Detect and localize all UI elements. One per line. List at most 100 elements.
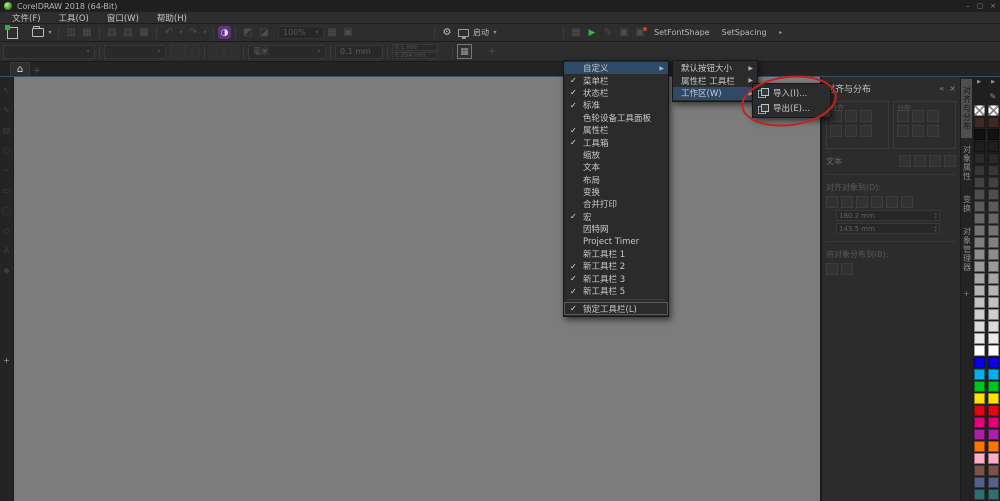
menu-item-5[interactable]: ✓ 属性栏 [564, 124, 668, 137]
text-align-button-1[interactable] [914, 155, 926, 167]
color-swatch-10[interactable] [973, 237, 985, 248]
nudge-distance-field[interactable]: 0.1 mm [335, 44, 383, 59]
units-combo[interactable]: 毫米 ▾ [248, 44, 326, 59]
text-align-button-2[interactable] [929, 155, 941, 167]
color-swatch-21[interactable] [973, 369, 985, 380]
paper-dimensions-combo[interactable]: ▾ [104, 44, 166, 59]
menu-item-7[interactable]: 缩放 [564, 149, 668, 161]
color-swatch-12[interactable] [987, 261, 999, 272]
color-swatch-16[interactable] [987, 309, 999, 320]
color-swatch-25[interactable] [973, 417, 985, 428]
color-swatch-20[interactable] [987, 357, 999, 368]
distribute-button-2[interactable] [927, 110, 939, 122]
macro-grid-button[interactable]: ▦ [568, 26, 584, 40]
maximize-button[interactable]: ▢ [977, 2, 984, 10]
color-swatch-15[interactable] [973, 297, 985, 308]
color-swatch-7[interactable] [973, 201, 985, 212]
open-button[interactable] [30, 26, 46, 40]
menu-item-4[interactable]: 色轮设备工具面板 [564, 112, 668, 124]
docker-tab-2[interactable]: 变换 [961, 188, 973, 220]
menubar-item-2[interactable]: 窗口(W) [99, 12, 147, 24]
color-swatch-26[interactable] [973, 429, 985, 440]
color-swatch-19[interactable] [987, 345, 999, 356]
color-swatch-18[interactable] [987, 333, 999, 344]
align-to-button-2[interactable] [856, 196, 868, 208]
export-button[interactable]: ◪ [256, 26, 272, 40]
distribute-button-4[interactable] [912, 125, 924, 137]
color-swatch-13[interactable] [973, 273, 985, 284]
text-align-button-0[interactable] [899, 155, 911, 167]
menubar-item-3[interactable]: 帮助(H) [149, 12, 195, 24]
color-swatch-23[interactable] [987, 393, 999, 404]
flyout-item-1[interactable]: 导出(E)... [753, 101, 830, 117]
align-to-button-0[interactable] [826, 196, 838, 208]
menu-item-1[interactable]: ✓ 菜单栏 [564, 74, 668, 87]
duplicate-x-field[interactable]: 0.1 mm [392, 44, 438, 51]
undo-caret-icon[interactable]: ▾ [177, 29, 185, 36]
color-swatch-6[interactable] [973, 189, 985, 200]
color-swatch-22[interactable] [987, 381, 999, 392]
color-swatch-29[interactable] [987, 465, 999, 476]
no-color-swatch[interactable] [987, 105, 999, 116]
submenu-item-0[interactable]: 默认按钮大小 ▶ [673, 62, 757, 75]
text-tool[interactable]: A [1, 245, 12, 256]
new-document-button[interactable] [4, 24, 20, 40]
color-swatch-2[interactable] [973, 141, 985, 152]
print-button[interactable]: ▦ [79, 26, 95, 40]
run-macro-button[interactable]: ▶ [584, 26, 600, 40]
record-macro-button[interactable]: ▣ [632, 26, 648, 40]
color-swatch-17[interactable] [973, 321, 985, 332]
ellipse-tool[interactable]: ◯ [1, 205, 12, 216]
color-swatch-10[interactable] [987, 237, 999, 248]
color-swatch-31[interactable] [987, 489, 999, 500]
color-swatch-0[interactable] [987, 117, 999, 128]
zoom-level-combo[interactable]: 100% ▾ [278, 26, 324, 39]
cut-button[interactable]: ▧ [104, 26, 120, 40]
distribute-to-button-0[interactable] [826, 263, 838, 275]
color-swatch-9[interactable] [987, 225, 999, 236]
color-swatch-13[interactable] [987, 273, 999, 284]
menu-item-16[interactable]: ✓ 新工具栏 2 [564, 260, 668, 273]
color-swatch-19[interactable] [973, 345, 985, 356]
color-swatch-25[interactable] [987, 417, 999, 428]
flyout-item-0[interactable]: 导入(I)... [753, 85, 830, 101]
docker-close-icon[interactable]: × [949, 84, 956, 93]
page-size-combo[interactable]: ▾ [3, 44, 95, 59]
color-swatch-26[interactable] [987, 429, 999, 440]
color-swatch-28[interactable] [973, 453, 985, 464]
menu-item-14[interactable]: Project Timer [564, 235, 668, 247]
get-content-button[interactable]: ◑ [218, 26, 231, 39]
color-swatch-3[interactable] [987, 153, 999, 164]
toolbox-add-button[interactable]: + [1, 355, 12, 366]
menu-item-11[interactable]: 合并打印 [564, 198, 668, 210]
color-swatch-14[interactable] [987, 285, 999, 296]
snap-button[interactable]: ▦ [324, 26, 340, 40]
color-swatch-14[interactable] [973, 285, 985, 296]
menu-item-19[interactable]: ✓ 锁定工具栏(L) [564, 302, 668, 315]
submenu-item-1[interactable]: 属性栏 工具栏 ▶ [673, 75, 757, 88]
menubar-item-1[interactable]: 工具(O) [51, 12, 97, 24]
align-button-2[interactable] [860, 110, 872, 122]
color-swatch-23[interactable] [973, 393, 985, 404]
color-swatch-1[interactable] [987, 129, 999, 140]
import-button[interactable]: ◩ [240, 26, 256, 40]
align-to-button-5[interactable] [901, 196, 913, 208]
color-swatch-15[interactable] [987, 297, 999, 308]
color-swatch-8[interactable] [973, 213, 985, 224]
color-swatch-9[interactable] [973, 225, 985, 236]
freehand-tool[interactable]: ~ [1, 165, 12, 176]
distribute-button-5[interactable] [927, 125, 939, 137]
rectangle-tool[interactable]: ▭ [1, 185, 12, 196]
color-swatch-31[interactable] [973, 489, 985, 500]
menu-item-15[interactable]: 新工具栏 1 [564, 248, 668, 260]
menu-item-13[interactable]: 因特网 [564, 223, 668, 235]
menu-item-8[interactable]: 文本 [564, 161, 668, 173]
portrait-button[interactable] [170, 44, 185, 59]
menu-item-2[interactable]: ✓ 状态栏 [564, 87, 668, 99]
redo-caret-icon[interactable]: ▾ [201, 29, 209, 36]
color-swatch-28[interactable] [987, 453, 999, 464]
palette-flyout-icon[interactable]: ▶ [977, 77, 981, 87]
distribute-button-3[interactable] [897, 125, 909, 137]
propbar-add-icon[interactable]: + [484, 45, 500, 59]
docker-tab-add-button[interactable]: + [963, 289, 970, 298]
